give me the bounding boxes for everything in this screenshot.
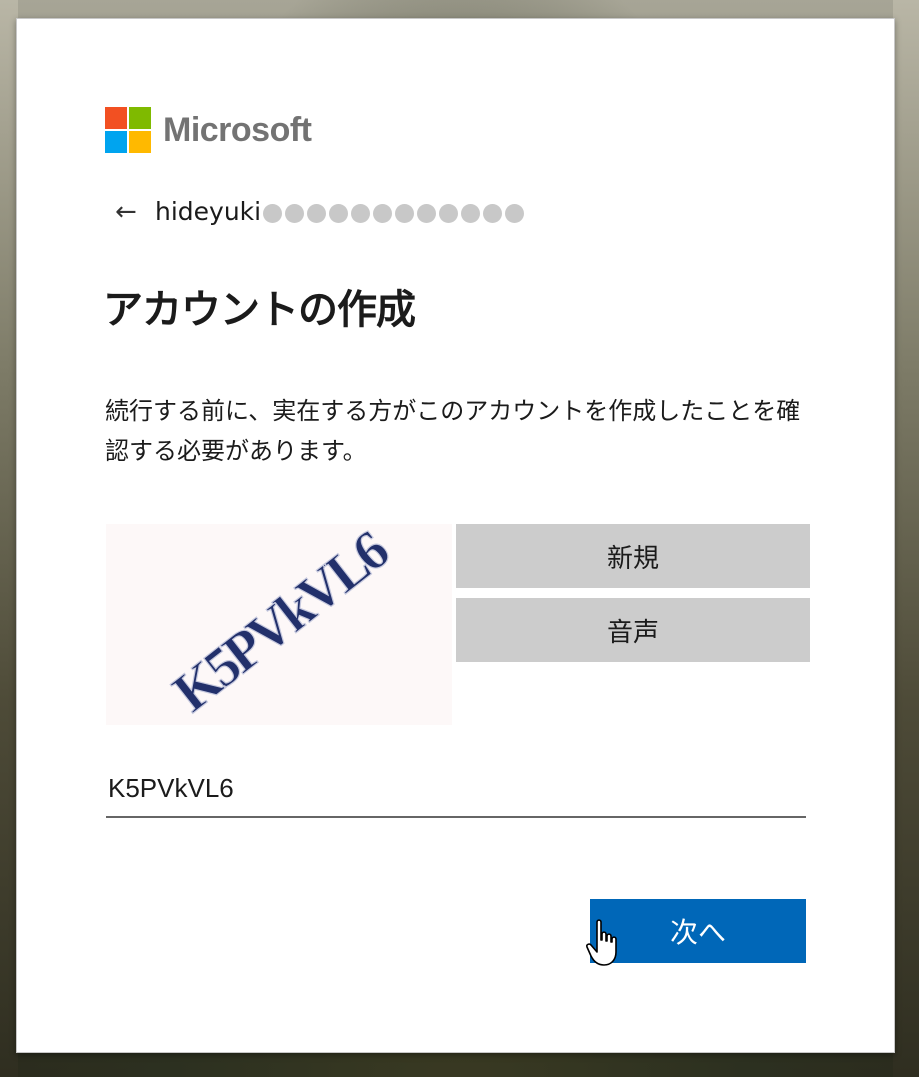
masked-character-dot (439, 203, 459, 223)
masked-character-dot (461, 203, 481, 223)
microsoft-logo-icon (105, 107, 151, 153)
logo-square-blue (105, 131, 127, 153)
masked-character-dot (483, 203, 503, 223)
masked-character-dot (307, 203, 327, 223)
back-arrow-icon[interactable]: ← (115, 199, 155, 225)
masked-character-dot (505, 203, 525, 223)
page-title: アカウントの作成 (103, 287, 416, 333)
masked-character-dot (373, 203, 393, 223)
identity-masked-dots (263, 203, 525, 223)
logo-square-yellow (129, 131, 151, 153)
captcha-image: K5PVkVL6 (106, 524, 452, 725)
next-button[interactable]: 次へ (590, 899, 806, 963)
logo-wordmark: Microsoft (163, 110, 312, 149)
masked-character-dot (417, 203, 437, 223)
sign-up-dialog: Microsoft ← hideyuki アカウントの作成 続行する前に、実在す… (16, 18, 895, 1053)
masked-character-dot (263, 203, 283, 223)
captcha-image-text: K5PVkVL6 (162, 524, 400, 724)
captcha-input-wrapper (106, 767, 806, 818)
masked-character-dot (285, 203, 305, 223)
captcha-audio-button[interactable]: 音声 (456, 598, 810, 662)
masked-character-dot (351, 203, 371, 223)
captcha-new-button[interactable]: 新規 (456, 524, 810, 588)
page-description: 続行する前に、実在する方がこのアカウントを作成したことを確認する必要があります。 (105, 397, 801, 465)
identity-username: hideyuki (155, 197, 262, 226)
captcha-input[interactable] (106, 767, 806, 818)
logo-square-red (105, 107, 127, 129)
identity-email: hideyuki (155, 197, 525, 226)
masked-character-dot (329, 203, 349, 223)
background-landscape-right (893, 0, 919, 1077)
masked-character-dot (395, 203, 415, 223)
microsoft-logo: Microsoft (105, 107, 312, 153)
logo-square-green (129, 107, 151, 129)
back-to-identity[interactable]: ← hideyuki (115, 197, 525, 226)
